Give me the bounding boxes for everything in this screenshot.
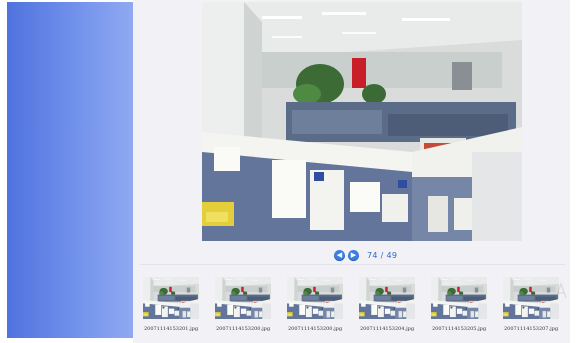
thumbnail-label[interactable]: 20071114153207.jpg xyxy=(498,326,564,332)
previous-image-button[interactable]: ◀ xyxy=(334,249,345,261)
thumbnail-label[interactable]: 20071114153200.jpg xyxy=(282,326,348,332)
chevron-right-icon: ▶ xyxy=(350,250,357,259)
thumbnail-image[interactable] xyxy=(431,277,487,319)
image-navigation: ◀ ▶ 74 / 49 xyxy=(334,249,397,261)
thumbnail-image[interactable] xyxy=(359,277,415,319)
thumbnail-image[interactable] xyxy=(287,277,343,319)
thumbnail-image[interactable] xyxy=(215,277,271,319)
image-counter: 74 / 49 xyxy=(367,250,398,260)
thumbnail-label[interactable]: 20071114153204.jpg xyxy=(354,326,420,332)
thumbnail-label[interactable]: 20071114153205.jpg xyxy=(426,326,492,332)
next-image-button[interactable]: ▶ xyxy=(348,249,359,261)
chevron-left-icon: ◀ xyxy=(336,250,343,259)
thumbnail-image[interactable] xyxy=(503,277,559,319)
watermark-icon xyxy=(555,282,567,299)
thumbnail-image[interactable] xyxy=(143,277,199,319)
divider xyxy=(140,264,565,265)
main-camera-image xyxy=(202,2,522,241)
sidebar xyxy=(7,2,133,338)
thumbnail-label[interactable]: 20071114153201.jpg xyxy=(138,326,204,332)
thumbnail-label[interactable]: 20071114153200.jpg xyxy=(210,326,276,332)
